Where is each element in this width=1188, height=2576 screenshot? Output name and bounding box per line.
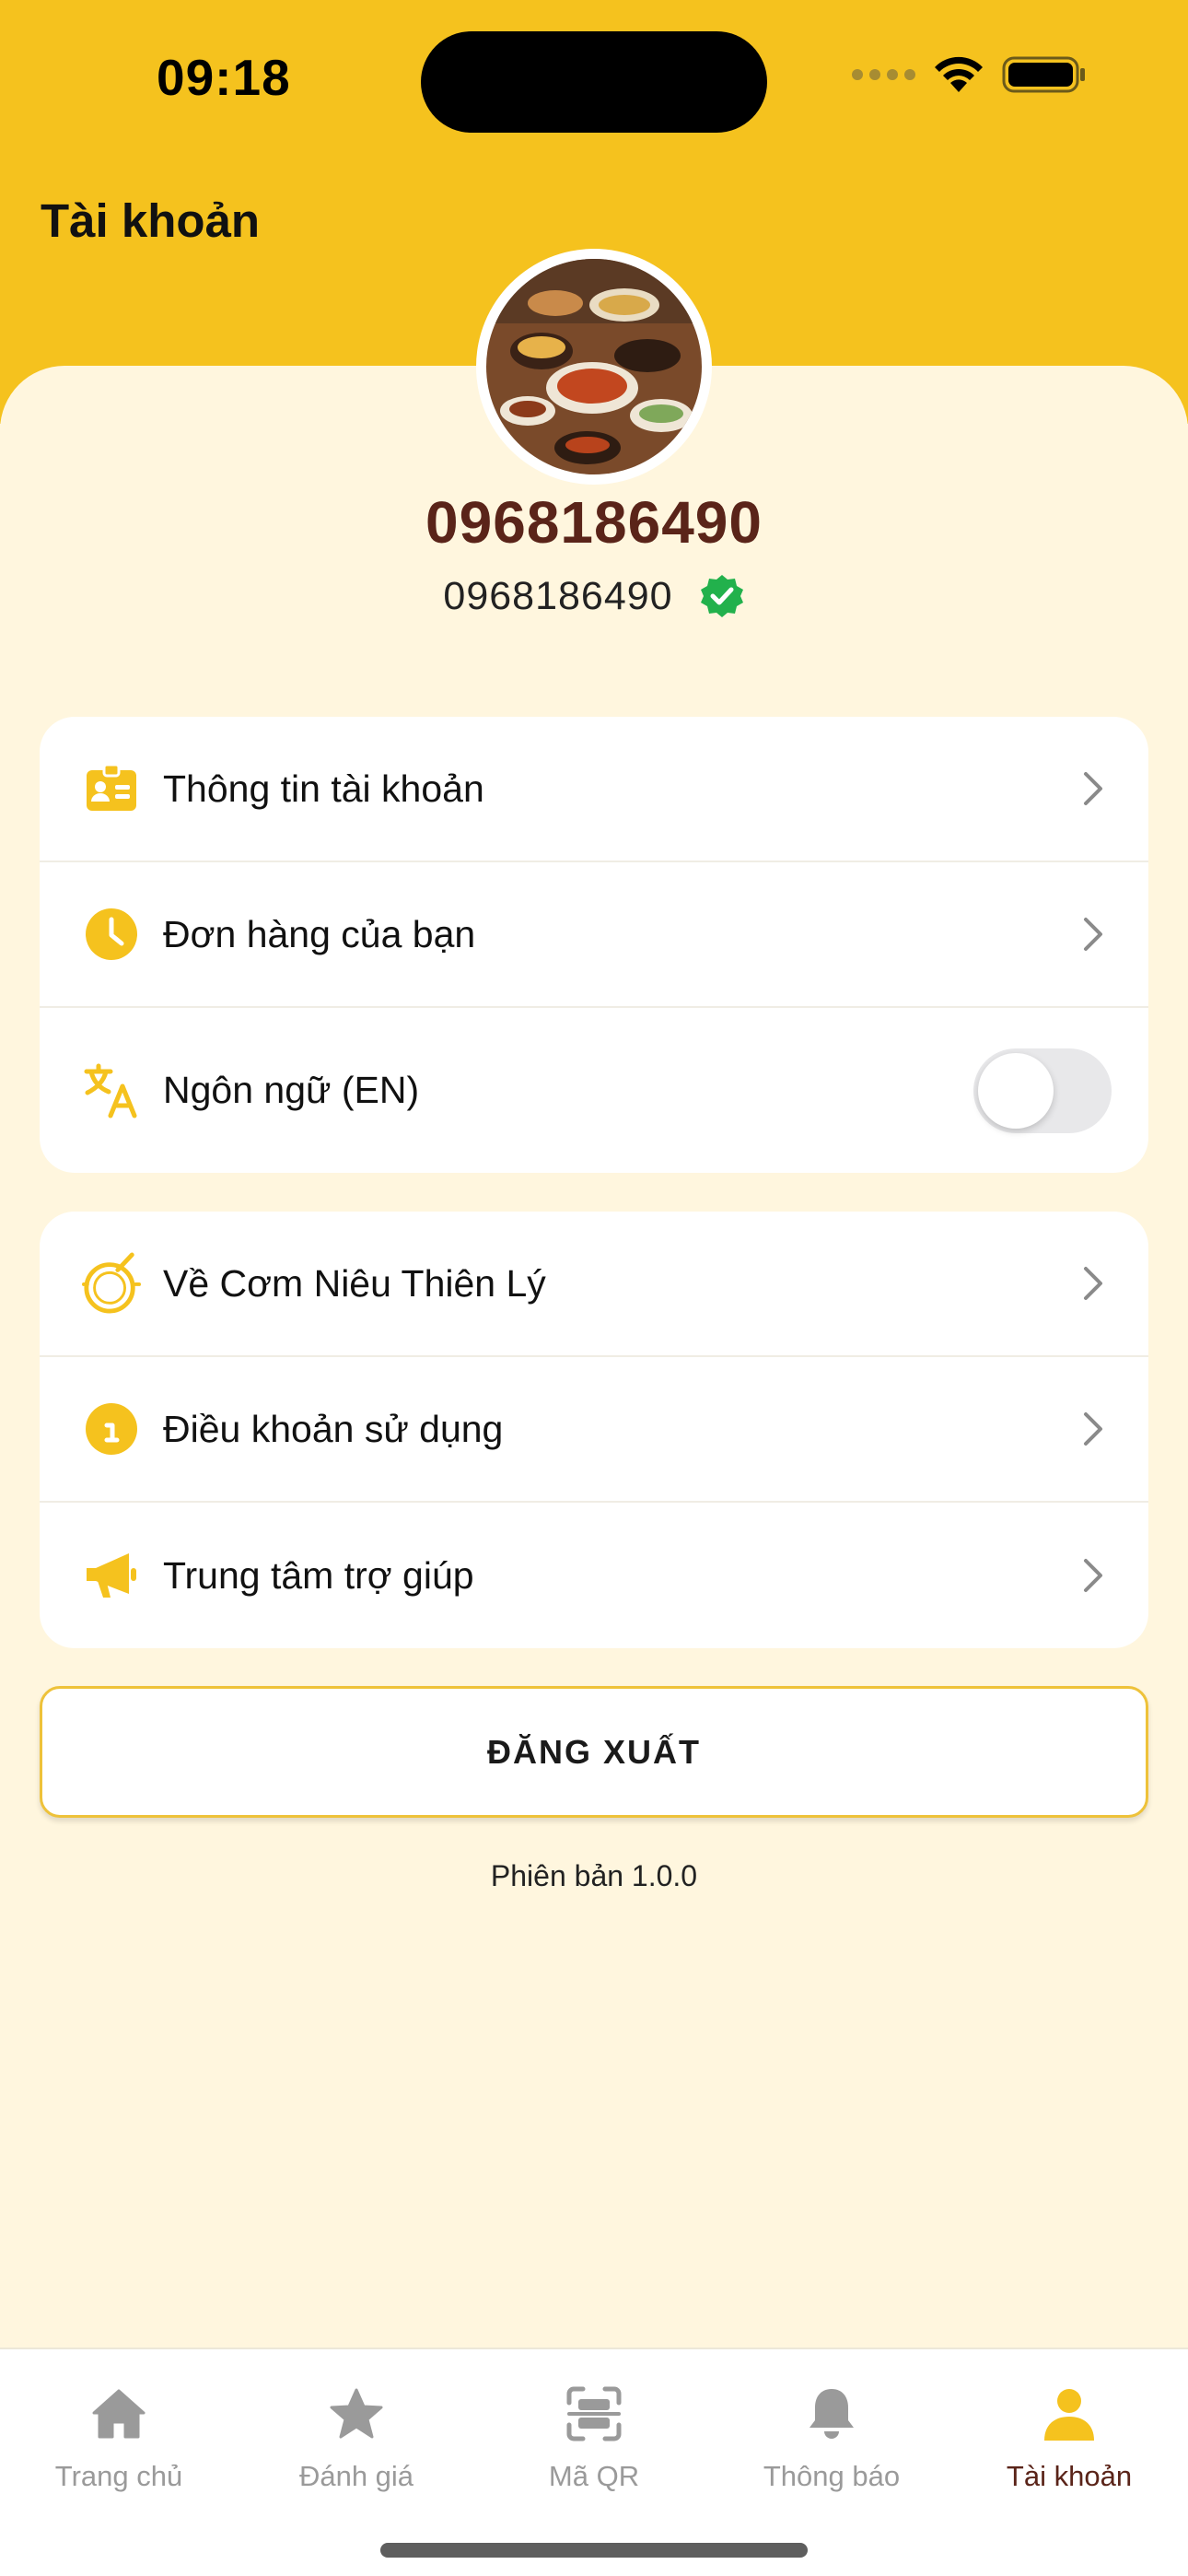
user-icon bbox=[950, 2377, 1188, 2451]
menu-item-account-info[interactable]: Thông tin tài khoản bbox=[40, 717, 1148, 862]
menu-item-label: Thông tin tài khoản bbox=[163, 767, 484, 810]
chevron-right-icon bbox=[1075, 916, 1112, 953]
tab-label: Trang chủ bbox=[54, 2460, 183, 2492]
tab-label: Mã QR bbox=[548, 2460, 640, 2492]
home-indicator bbox=[380, 2543, 808, 2558]
battery-icon bbox=[1002, 56, 1085, 93]
tab-reviews[interactable]: Đánh giá bbox=[238, 2377, 475, 2493]
chevron-right-icon bbox=[1075, 1557, 1112, 1594]
chevron-right-icon bbox=[1075, 770, 1112, 807]
home-icon bbox=[0, 2377, 238, 2451]
chevron-right-icon bbox=[1075, 1265, 1112, 1302]
chevron-right-icon bbox=[1075, 1411, 1112, 1447]
profile-phone: 0968186490 bbox=[443, 573, 673, 618]
qr-scan-icon bbox=[475, 2377, 713, 2451]
megaphone-icon bbox=[82, 1546, 141, 1605]
profile-phone-row: 0968186490 bbox=[0, 573, 1188, 619]
menu-item-orders[interactable]: Đơn hàng của bạn bbox=[40, 862, 1148, 1008]
menu-item-about[interactable]: Về Cơm Niêu Thiên Lý bbox=[40, 1212, 1148, 1357]
tab-label: Thông báo bbox=[763, 2460, 901, 2492]
bell-icon bbox=[713, 2377, 950, 2451]
status-time: 09:18 bbox=[157, 49, 291, 106]
menu-item-terms[interactable]: Điều khoản sử dụng bbox=[40, 1357, 1148, 1503]
menu-item-label: Đơn hàng của bạn bbox=[163, 912, 476, 955]
tab-label: Đánh giá bbox=[298, 2460, 414, 2492]
menu-item-help-center[interactable]: Trung tâm trợ giúp bbox=[40, 1503, 1148, 1648]
menu-item-label: Ngôn ngữ (EN) bbox=[163, 1069, 420, 1111]
avatar[interactable] bbox=[476, 249, 712, 485]
tab-label: Tài khoản bbox=[1006, 2460, 1133, 2492]
page-title: Tài khoản bbox=[41, 194, 261, 247]
app-version: Phiên bản 1.0.0 bbox=[490, 1859, 698, 1892]
clock-icon bbox=[82, 905, 141, 964]
id-card-icon bbox=[82, 759, 141, 818]
menu-item-label: Điều khoản sử dụng bbox=[163, 1407, 504, 1450]
clay-pot-icon bbox=[82, 1252, 141, 1314]
star-icon bbox=[238, 2377, 475, 2451]
menu-item-label: Về Cơm Niêu Thiên Lý bbox=[163, 1261, 546, 1305]
tab-home[interactable]: Trang chủ bbox=[0, 2377, 238, 2493]
toggle-knob bbox=[978, 1052, 1054, 1129]
dynamic-island bbox=[421, 31, 767, 133]
tab-account[interactable]: Tài khoản bbox=[950, 2377, 1188, 2493]
menu-item-language: Ngôn ngữ (EN) bbox=[40, 1008, 1148, 1173]
logout-button[interactable]: ĐĂNG XUẤT bbox=[40, 1686, 1148, 1818]
translate-icon bbox=[82, 1061, 141, 1120]
verified-check-icon bbox=[700, 575, 743, 617]
signal-icon bbox=[852, 69, 915, 80]
wifi-icon bbox=[935, 56, 983, 92]
menu-item-label: Trung tâm trợ giúp bbox=[163, 1553, 474, 1597]
bottom-tab-bar: Trang chủ Đánh giá Mã QR Thông báo Tài k… bbox=[0, 2348, 1188, 2576]
language-toggle[interactable] bbox=[973, 1048, 1112, 1133]
avatar-image bbox=[486, 259, 702, 474]
profile-name: 0968186490 bbox=[425, 489, 763, 556]
info-menu-card: Về Cơm Niêu Thiên Lý Điều khoản sử dụng … bbox=[40, 1212, 1148, 1648]
tab-notifications[interactable]: Thông báo bbox=[713, 2377, 950, 2493]
account-menu-card: Thông tin tài khoản Đơn hàng của bạn Ngô… bbox=[40, 717, 1148, 1173]
info-icon bbox=[82, 1399, 141, 1458]
status-icons bbox=[852, 55, 1087, 94]
tab-qr[interactable]: Mã QR bbox=[475, 2377, 713, 2493]
